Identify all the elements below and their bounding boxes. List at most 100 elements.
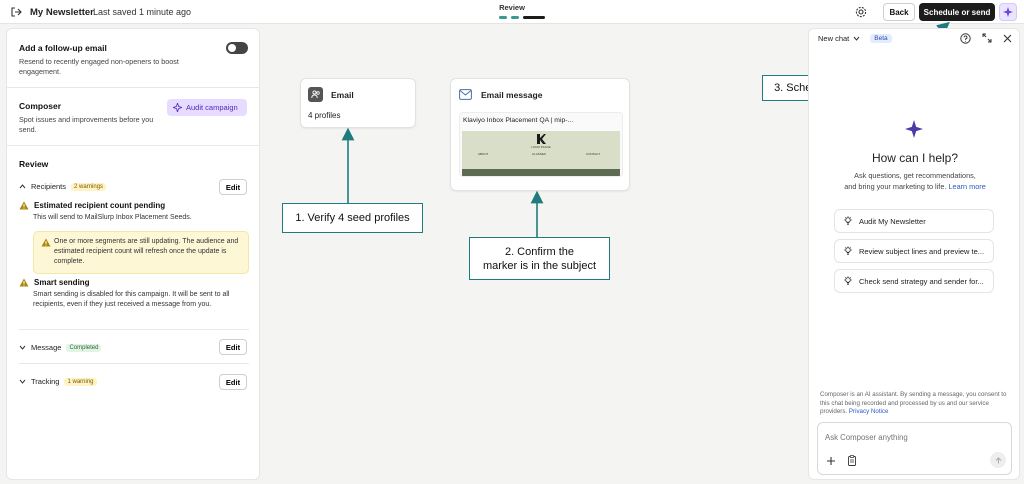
lightbulb-icon — [844, 216, 852, 225]
warning-text: Smart sending is disabled for this campa… — [33, 291, 230, 308]
schedule-or-send-button[interactable]: Schedule or send — [919, 3, 995, 21]
learn-more-link[interactable]: Learn more — [948, 182, 985, 191]
step-indicator — [499, 16, 507, 19]
chat-input-box — [817, 422, 1012, 475]
chevron-down-icon — [853, 36, 860, 41]
lightbulb-icon — [844, 276, 852, 285]
preview-hero — [462, 169, 620, 176]
plus-icon[interactable] — [826, 456, 836, 466]
edit-message-button[interactable]: Edit — [219, 339, 247, 355]
warning-title: Smart sending — [34, 278, 90, 287]
logo-icon — [537, 134, 546, 144]
edit-tracking-button[interactable]: Edit — [219, 374, 247, 390]
chevron-up-icon — [19, 184, 26, 189]
recipient-count-warning: Estimated recipient count pending — [19, 201, 165, 210]
recipients-section-header[interactable]: Recipients 2 warnings — [19, 182, 107, 191]
help-icon[interactable] — [960, 33, 971, 44]
warning-icon — [41, 238, 51, 247]
chat-input[interactable] — [825, 430, 1005, 444]
suggestion-send-strategy[interactable]: Check send strategy and sender for... — [834, 269, 994, 293]
people-icon — [308, 87, 323, 102]
completed-badge: Completed — [66, 343, 102, 352]
chat-intro-line: Ask questions, get recommendations, — [854, 171, 976, 180]
chat-intro-line: and bring your marketing to life. — [844, 182, 947, 191]
composer-description: Spot issues and improvements before you … — [19, 115, 154, 134]
followup-toggle[interactable] — [226, 42, 248, 54]
arrow-up-icon — [995, 456, 1001, 463]
back-button[interactable]: Back — [883, 3, 915, 21]
gear-icon[interactable] — [854, 5, 868, 19]
composer-title: Composer — [19, 101, 62, 111]
chevron-down-icon — [19, 379, 26, 384]
top-bar: My Newsletter Last saved 1 minute ago Re… — [0, 0, 1024, 24]
review-sidebar: Add a follow-up email Resend to recently… — [6, 28, 260, 480]
audit-campaign-label: Audit campaign — [186, 103, 238, 112]
email-message-node[interactable]: Email message Klaviyo Inbox Placement QA… — [450, 78, 630, 191]
recipients-label: Recipients — [31, 182, 67, 191]
divider — [19, 363, 249, 364]
smart-sending-warning: Smart sending — [19, 278, 90, 287]
sparkle-icon — [905, 120, 923, 138]
chat-intro: and bring your marketing to life. Learn … — [809, 182, 1019, 191]
expand-icon[interactable] — [982, 33, 992, 43]
send-message-button[interactable] — [990, 452, 1006, 468]
followup-description: Resend to recently engaged non-openers t… — [19, 57, 179, 76]
email-preview-card: Klaviyo Inbox Placement QA | mip-... LOG… — [459, 112, 623, 177]
preview-nav-item: CLASSES — [532, 152, 546, 156]
warning-icon — [19, 201, 29, 210]
warning-title: Estimated recipient count pending — [34, 201, 166, 210]
edit-recipients-button[interactable]: Edit — [219, 179, 247, 195]
tracking-label: Tracking — [31, 377, 60, 386]
clipboard-icon[interactable] — [847, 455, 857, 466]
privacy-notice-link[interactable]: Privacy Notice — [849, 408, 889, 415]
close-icon[interactable] — [1003, 34, 1012, 43]
preview-nav-item: CONTACT — [586, 152, 601, 156]
step-label: Review — [499, 3, 525, 12]
step-indicator — [511, 16, 519, 19]
warning-icon — [19, 278, 29, 287]
notice-text: One or more segments are still updating.… — [54, 238, 239, 265]
annotation-verify-profiles: 1. Verify 4 seed profiles — [282, 203, 423, 233]
email-node-profiles: 4 profiles — [308, 111, 341, 120]
beta-badge: Beta — [870, 34, 892, 43]
divider — [7, 87, 259, 88]
annotation-line: marker is in the subject — [482, 260, 597, 272]
review-title: Review — [19, 159, 49, 169]
message-label: Message — [31, 343, 62, 352]
message-section-header[interactable]: Message Completed — [19, 343, 102, 352]
divider — [19, 329, 249, 330]
annotation-confirm-marker: 2. Confirm the marker is in the subject — [469, 237, 610, 280]
email-preview-image: LOGO PLACE ABOUT CLASSES CONTACT — [462, 131, 620, 176]
suggestion-label: Check send strategy and sender for... — [859, 276, 984, 286]
new-chat-label: New chat — [818, 34, 850, 43]
preview-logo-text: LOGO PLACE — [531, 145, 551, 149]
email-subject: Klaviyo Inbox Placement QA | mip-... — [463, 117, 574, 124]
sparkle-icon — [173, 103, 182, 112]
suggestion-label: Audit My Newsletter — [859, 216, 926, 226]
preview-nav-item: ABOUT — [478, 152, 489, 156]
tracking-section-header[interactable]: Tracking 1 warning — [19, 377, 97, 386]
step-indicator — [523, 16, 545, 19]
chevron-down-icon — [19, 345, 26, 350]
suggestion-subject-lines[interactable]: Review subject lines and preview te... — [834, 239, 994, 263]
annotation-line: 2. Confirm the — [504, 246, 575, 258]
mail-icon — [459, 89, 473, 101]
warning-badge: 2 warnings — [71, 182, 107, 191]
composer-chat-panel: New chat Beta How can I help? Ask questi… — [808, 28, 1020, 480]
email-node-title: Email — [331, 90, 354, 100]
warning-badge: 1 warning — [64, 377, 97, 386]
email-message-title: Email message — [481, 90, 543, 100]
audit-campaign-button[interactable]: Audit campaign — [167, 99, 247, 116]
email-audience-node[interactable]: Email 4 profiles — [300, 78, 416, 128]
new-chat-dropdown[interactable]: New chat Beta — [818, 34, 892, 43]
chat-heading: How can I help? — [871, 151, 959, 165]
followup-title: Add a follow-up email — [19, 43, 107, 53]
segments-updating-notice: One or more segments are still updating.… — [33, 231, 249, 274]
lightbulb-icon — [844, 246, 852, 255]
disclaimer: Composer is an AI assistant. By sending … — [820, 391, 1010, 417]
suggestion-label: Review subject lines and preview te... — [859, 246, 985, 256]
sparkle-icon — [1003, 7, 1013, 17]
warning-text: This will send to MailSlurp Inbox Placem… — [33, 214, 192, 221]
ai-assistant-button[interactable] — [999, 3, 1017, 21]
suggestion-audit[interactable]: Audit My Newsletter — [834, 209, 994, 233]
